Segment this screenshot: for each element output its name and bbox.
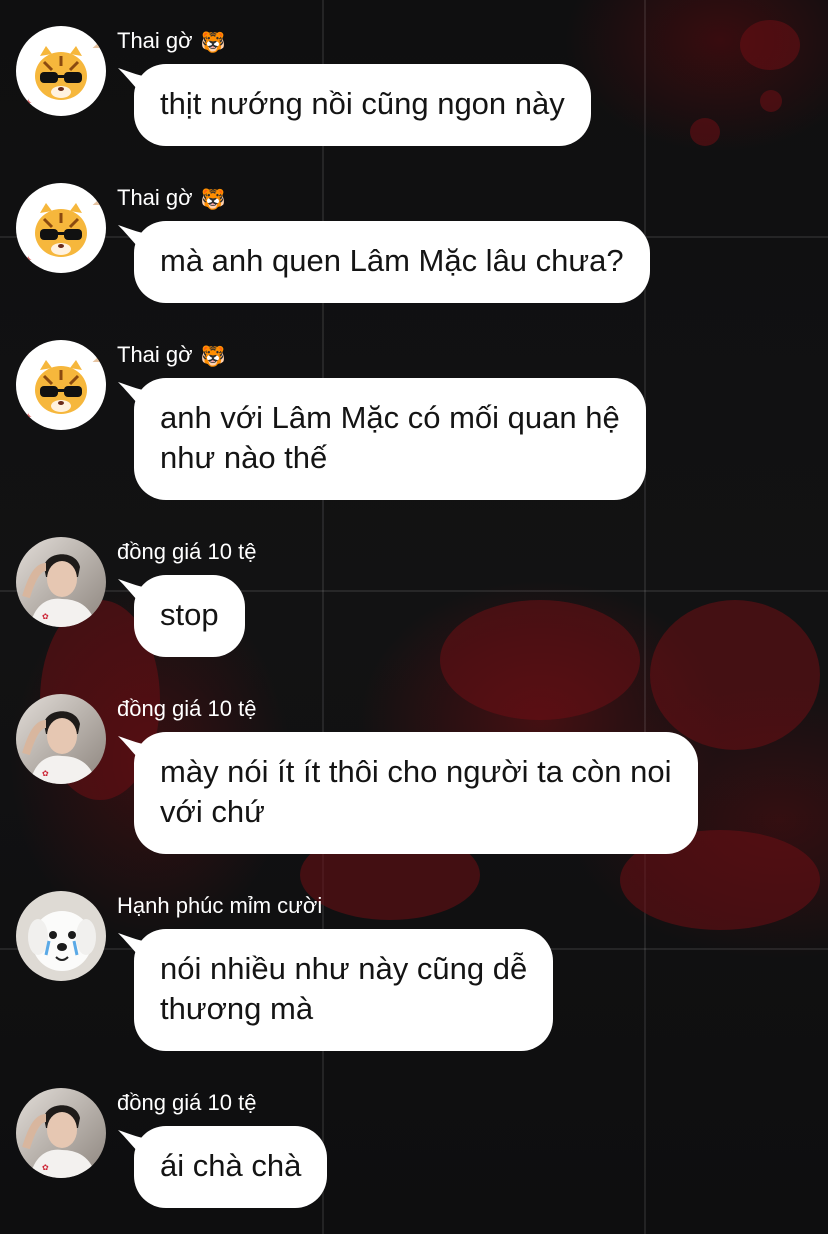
chat-message: Hạnh phúc mỉm cười nói nhiều như này cũn… xyxy=(16,891,812,1057)
sender-name: Hạnh phúc mỉm cười xyxy=(117,891,322,921)
sender-name: Thai gờ 🐯 xyxy=(117,183,225,215)
person-photo-icon: ✿ xyxy=(16,1088,106,1178)
svg-text:✦: ✦ xyxy=(24,255,32,266)
tiger-sunglasses-avatar[interactable]: ☁ ✦ xyxy=(16,26,106,116)
chat-message: ✿ đồng giá 10 tệ mày nói ít ít thôi cho … xyxy=(16,694,812,860)
person-photo-icon: ✿ xyxy=(16,694,106,784)
young-man-avatar[interactable]: ✿ xyxy=(16,537,106,627)
tiger-sunglasses-icon: ☁ ✦ xyxy=(16,26,106,116)
message-text-line-1: anh với Lâm Mặc có mối quan hệ xyxy=(160,400,620,435)
svg-text:✿: ✿ xyxy=(42,769,49,778)
tiger-sunglasses-icon: ☁ ✦ xyxy=(16,183,106,273)
message-bubble[interactable]: mày nói ít ít thôi cho người ta còn noi … xyxy=(134,732,698,854)
sender-label: Thai gờ xyxy=(117,342,193,367)
svg-text:✿: ✿ xyxy=(42,1163,49,1172)
chat-message: ☁ ✦ Thai gờ 🐯 anh với Lâm Mặc có mối quan… xyxy=(16,340,812,506)
message-text: ái chà chà xyxy=(160,1148,302,1183)
message-bubble[interactable]: nói nhiều như này cũng dễ thương mà xyxy=(134,929,554,1051)
tiger-emoji-icon: 🐯 xyxy=(200,189,226,211)
sender-name: Thai gờ 🐯 xyxy=(117,26,225,58)
sender-name: đồng giá 10 tệ xyxy=(117,537,256,567)
svg-text:✦: ✦ xyxy=(24,98,32,109)
message-bubble[interactable]: thịt nướng nồi cũng ngon này xyxy=(134,64,591,146)
white-puppy-avatar[interactable] xyxy=(16,891,106,981)
tiger-sunglasses-avatar[interactable]: ☁ ✦ xyxy=(16,183,106,273)
sender-label: đồng giá 10 tệ xyxy=(117,696,257,721)
tiger-emoji-icon: 🐯 xyxy=(200,32,226,54)
sender-name: Thai gờ 🐯 xyxy=(117,340,225,372)
svg-text:☁: ☁ xyxy=(92,196,103,208)
message-bubble[interactable]: stop xyxy=(134,575,245,657)
puppy-photo-icon xyxy=(16,891,106,981)
message-bubble[interactable]: mà anh quen Lâm Mặc lâu chưa? xyxy=(134,221,650,303)
tiger-emoji-icon: 🐯 xyxy=(200,346,226,368)
sender-label: Thai gờ xyxy=(117,185,193,210)
chat-message: ☁ ✦ Thai gờ 🐯 mà anh quen Lâm Mặc lâu chư… xyxy=(16,183,812,309)
message-bubble[interactable]: ái chà chà xyxy=(134,1126,328,1208)
tiger-sunglasses-avatar[interactable]: ☁ ✦ xyxy=(16,340,106,430)
sender-label: đồng giá 10 tệ xyxy=(117,1090,257,1115)
chat-message: ✿ đồng giá 10 tệ ái chà chà xyxy=(16,1088,812,1214)
young-man-avatar[interactable]: ✿ xyxy=(16,694,106,784)
sender-name: đồng giá 10 tệ xyxy=(117,694,256,724)
chat-message: ☁ ✦ Thai gờ 🐯 thịt nướng nồi cũng ngon nà… xyxy=(16,26,812,152)
chat-message: ✿ đồng giá 10 tệ stop xyxy=(16,537,812,663)
message-text-line-2: thương mà xyxy=(160,991,314,1026)
message-text-line-2: như nào thế xyxy=(160,440,328,475)
message-text: mà anh quen Lâm Mặc lâu chưa? xyxy=(160,243,624,278)
svg-text:✿: ✿ xyxy=(42,612,49,621)
sender-name: đồng giá 10 tệ xyxy=(117,1088,256,1118)
sender-label: đồng giá 10 tệ xyxy=(117,539,257,564)
message-bubble[interactable]: anh với Lâm Mặc có mối quan hệ như nào t… xyxy=(134,378,646,500)
svg-text:✦: ✦ xyxy=(24,412,32,423)
svg-text:☁: ☁ xyxy=(92,39,103,51)
message-text-line-2: với chứ xyxy=(160,794,265,829)
svg-text:☁: ☁ xyxy=(92,353,103,365)
message-text: thịt nướng nồi cũng ngon này xyxy=(160,86,565,121)
young-man-avatar[interactable]: ✿ xyxy=(16,1088,106,1178)
message-text-line-1: mày nói ít ít thôi cho người ta còn noi xyxy=(160,754,672,789)
message-text: stop xyxy=(160,597,219,632)
sender-label: Thai gờ xyxy=(117,28,193,53)
tiger-sunglasses-icon: ☁ ✦ xyxy=(16,340,106,430)
person-photo-icon: ✿ xyxy=(16,537,106,627)
message-text-line-1: nói nhiều như này cũng dễ xyxy=(160,951,528,986)
sender-label: Hạnh phúc mỉm cười xyxy=(117,893,323,918)
